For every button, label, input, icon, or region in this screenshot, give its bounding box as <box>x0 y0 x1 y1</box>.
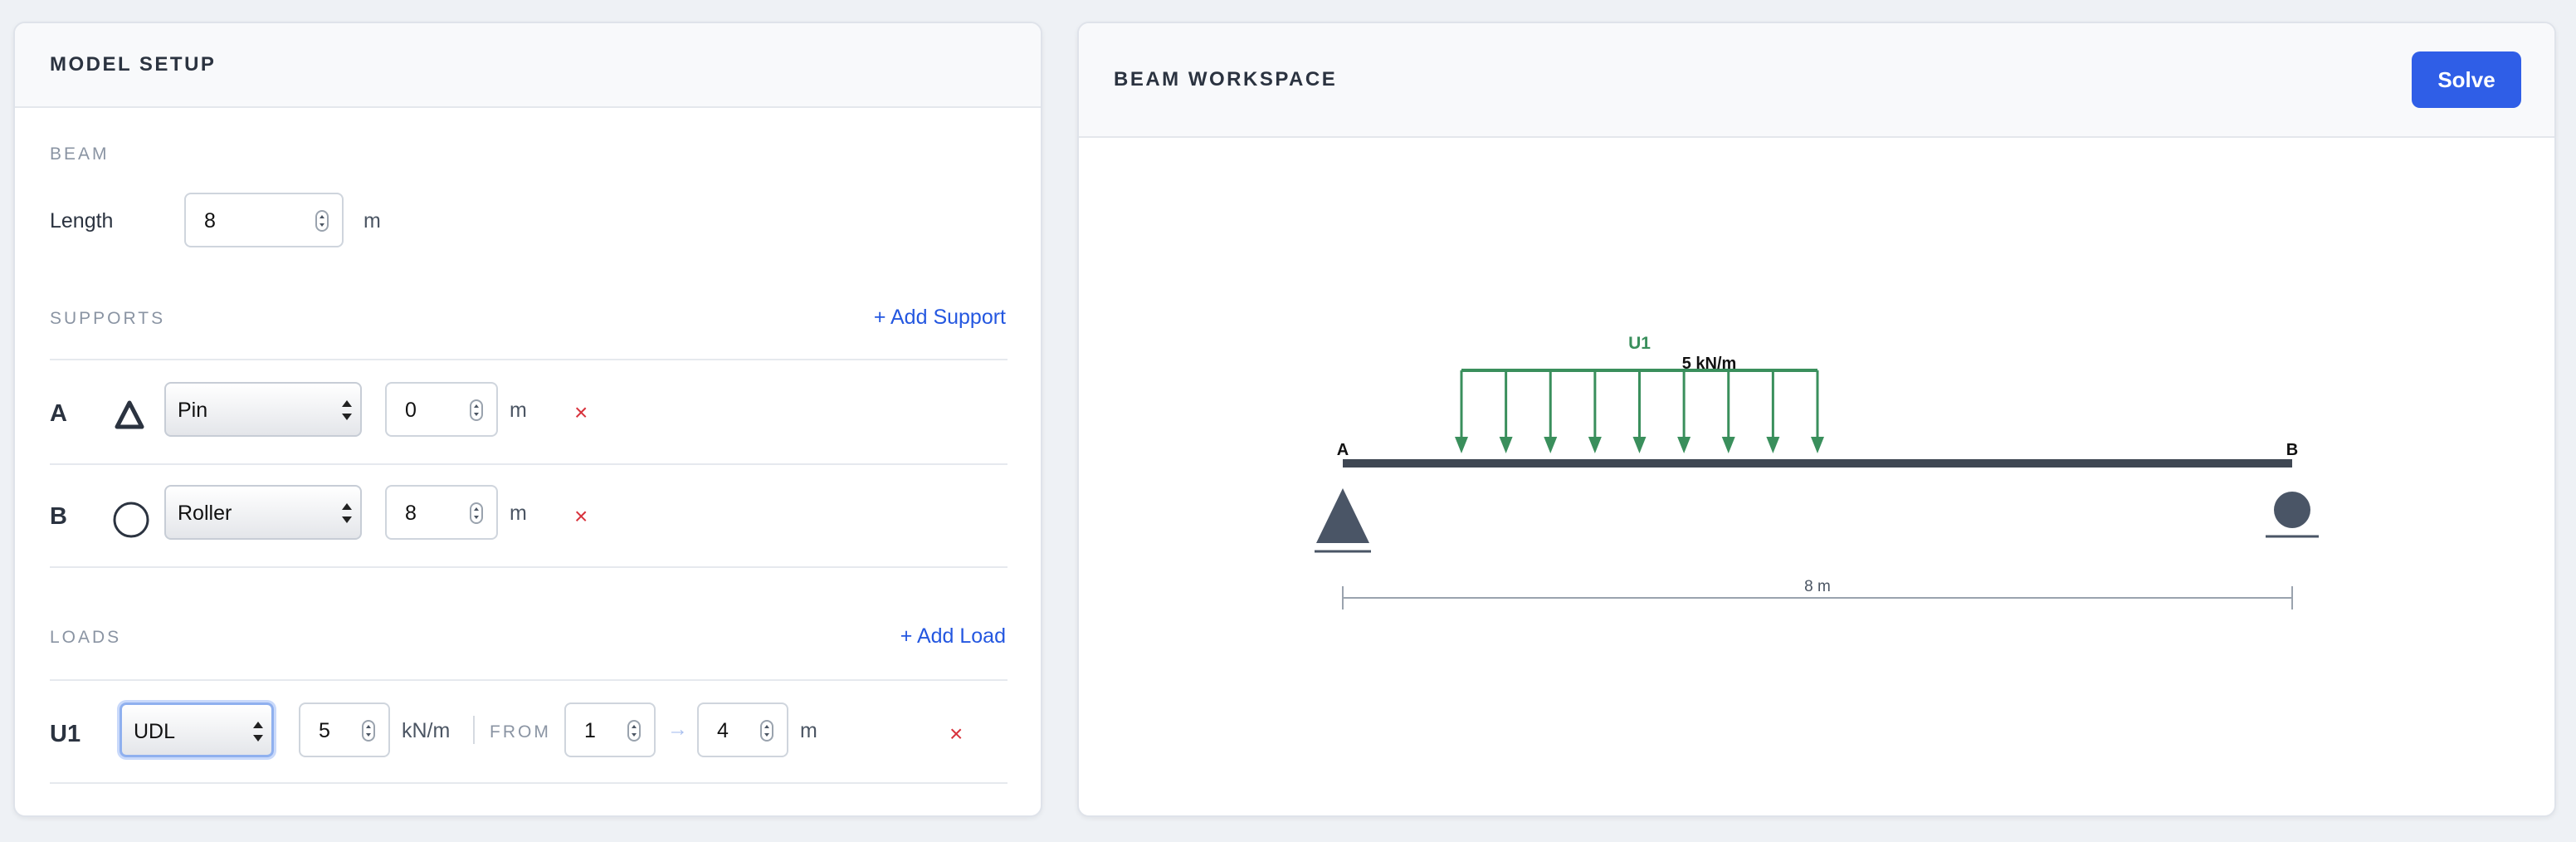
stepper-icon[interactable] <box>362 720 375 742</box>
udl-label: U1 <box>1628 334 1651 353</box>
add-support-button[interactable]: + Add Support <box>874 306 1006 330</box>
pin-triangle-icon <box>115 400 144 429</box>
udl-arrowhead <box>1721 437 1735 453</box>
udl-arrowhead <box>1544 437 1558 453</box>
udl-arrowhead <box>1811 437 1824 453</box>
stepper-icon[interactable] <box>470 502 483 524</box>
loads-section-label: LOADS <box>50 628 122 647</box>
support-b-unit: m <box>510 502 527 525</box>
beam-bar <box>1343 459 2292 468</box>
solve-button[interactable]: Solve <box>2412 51 2521 108</box>
load-u1-from-label: FROM <box>490 722 551 742</box>
udl-arrowhead <box>1588 437 1602 453</box>
beam-section-label: BEAM <box>50 144 110 164</box>
select-arrows-icon <box>342 399 352 422</box>
supports-divider <box>50 359 1007 360</box>
load-separator <box>473 716 475 744</box>
delete-support-b-button[interactable]: × <box>574 505 588 528</box>
support-b: B <box>2266 441 2319 538</box>
support-row-divider <box>50 463 1007 465</box>
select-arrows-icon <box>342 502 352 525</box>
model-setup-header: MODEL SETUP <box>15 23 1041 108</box>
roller-support-shape <box>2274 492 2310 528</box>
udl-arrowhead <box>1499 437 1513 453</box>
support-a-id: A <box>50 400 67 427</box>
loads-bottom-divider <box>50 782 1007 784</box>
select-arrows-icon <box>253 720 263 743</box>
beam-length-value: 8 <box>204 209 216 233</box>
support-a-type-select[interactable]: Pin <box>164 382 362 437</box>
support-b-position-input[interactable]: 8 <box>385 485 498 540</box>
load-u1-type-select[interactable]: UDL <box>120 702 274 757</box>
support-a-type-value: Pin <box>178 399 208 422</box>
beam-workspace-panel: BEAM WORKSPACE Solve A B U1 5 kN/m 8 m <box>1077 22 2556 817</box>
model-setup-panel: MODEL SETUP BEAM Length 8 m SUPPORTS + A… <box>13 22 1042 817</box>
load-u1-id: U1 <box>50 721 81 747</box>
stepper-icon[interactable] <box>470 399 483 421</box>
support-label: A <box>1337 441 1349 459</box>
load-u1-type-value: UDL <box>134 720 176 743</box>
udl-arrowhead <box>1632 437 1647 453</box>
support-a-unit: m <box>510 399 527 422</box>
support-b-id: B <box>50 503 67 530</box>
stepper-icon[interactable] <box>760 720 773 742</box>
stepper-icon[interactable] <box>627 720 641 742</box>
length-label: Length <box>50 209 114 233</box>
supports-section-label: SUPPORTS <box>50 309 166 328</box>
support-b-position-value: 8 <box>405 502 417 525</box>
length-unit: m <box>363 209 381 233</box>
udl-arrowhead <box>1677 437 1691 453</box>
load-u1-to-input[interactable]: 4 <box>697 702 788 757</box>
delete-support-a-button[interactable]: × <box>574 401 588 424</box>
udl-load-u1: U1 5 kN/m <box>1455 334 1824 453</box>
support-a: A <box>1315 441 1371 553</box>
support-label: B <box>2286 441 2298 459</box>
beam-workspace-header: BEAM WORKSPACE Solve <box>1079 23 2554 138</box>
udl-arrowhead <box>1455 437 1468 453</box>
load-u1-magnitude-value: 5 <box>319 719 330 742</box>
model-setup-title: MODEL SETUP <box>50 53 217 76</box>
stepper-icon[interactable] <box>315 210 329 232</box>
beam-workspace-title: BEAM WORKSPACE <box>1114 68 1338 91</box>
range-arrow-icon: → <box>667 717 688 741</box>
load-u1-magnitude-unit: kN/m <box>402 719 451 742</box>
load-u1-magnitude-input[interactable]: 5 <box>299 702 390 757</box>
beam-diagram: A B U1 5 kN/m 8 m <box>1315 334 2319 609</box>
load-u1-to-value: 4 <box>717 719 729 742</box>
dimension-line: 8 m <box>1342 578 2293 609</box>
support-b-type-select[interactable]: Roller <box>164 485 362 540</box>
pin-support-shape <box>1316 488 1369 543</box>
load-u1-from-value: 1 <box>584 719 596 742</box>
udl-magnitude-label: 5 kN/m <box>1682 355 1737 373</box>
beam-length-input[interactable]: 8 <box>184 193 344 247</box>
add-load-button[interactable]: + Add Load <box>900 624 1006 649</box>
delete-load-u1-button[interactable]: × <box>949 722 963 746</box>
loads-divider <box>50 679 1007 681</box>
load-u1-range-unit: m <box>800 719 817 742</box>
dimension-label: 8 m <box>1804 578 1831 595</box>
supports-bottom-divider <box>50 566 1007 568</box>
support-a-position-input[interactable]: 0 <box>385 382 498 437</box>
udl-arrowhead <box>1766 437 1780 453</box>
support-a-position-value: 0 <box>405 399 417 422</box>
load-u1-from-input[interactable]: 1 <box>564 702 656 757</box>
roller-circle-icon <box>113 502 149 538</box>
support-b-type-value: Roller <box>178 502 232 525</box>
